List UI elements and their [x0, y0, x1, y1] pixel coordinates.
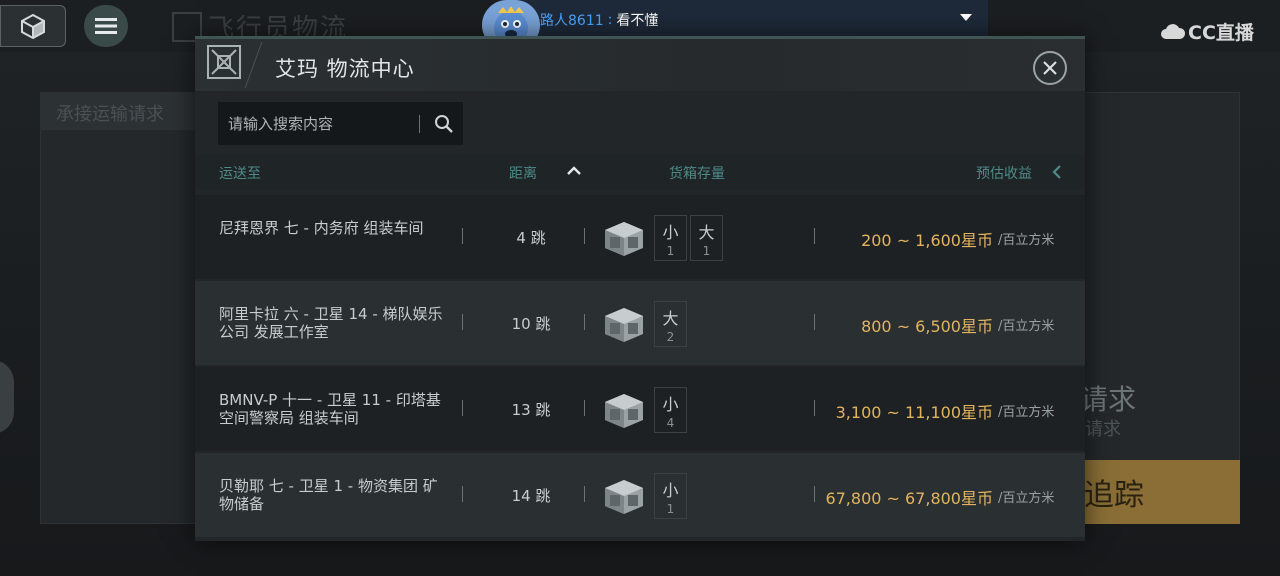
search-icon[interactable] [432, 112, 456, 136]
reward-unit: /百立方米 [998, 491, 1055, 506]
platform-logo: CC直播 [1160, 18, 1254, 45]
search-divider [419, 115, 420, 133]
crate-count: 1 [666, 502, 675, 516]
row-jumps: 13 跳 [511, 401, 551, 419]
crate-size-small: 小 1 [654, 473, 687, 519]
table-row[interactable]: 贝勒耶 七 - 卫星 1 - 物资集团 矿物储备 14 跳 小 1 67,800… [195, 453, 1085, 537]
background-request-subtitle: 请求 [1085, 419, 1121, 440]
table-row[interactable]: BMNV-P 十一 - 卫星 11 - 印塔基空间警察局 组装车间 13 跳 小… [195, 367, 1085, 451]
row-reward: 800 ~ 6,500星币 [861, 317, 993, 336]
crate-size-large: 大 2 [654, 301, 687, 347]
reward-unit: /百立方米 [998, 233, 1055, 248]
column-divider [462, 400, 463, 416]
background-request-title: 请求 [1080, 383, 1137, 416]
crate-icon [605, 222, 643, 256]
reward-unit: /百立方米 [998, 405, 1055, 420]
platform-logo-text: CC直播 [1188, 22, 1254, 44]
cloud-icon [1161, 23, 1186, 39]
column-divider [584, 314, 585, 330]
column-divider [462, 228, 463, 244]
column-divider [814, 400, 815, 416]
row-destination: 贝勒耶 七 - 卫星 1 - 物资集团 矿物储备 [219, 477, 438, 513]
chat-message: 看不懂 [616, 13, 659, 29]
column-reward[interactable]: 预估收益 [976, 163, 1032, 183]
column-divider [584, 228, 585, 244]
crate-count: 2 [666, 330, 675, 344]
crate-size-large: 大 1 [690, 215, 723, 261]
column-divider [584, 486, 585, 502]
chat-username: 路人8611 [540, 13, 604, 29]
row-jumps: 14 跳 [511, 487, 551, 505]
column-destination[interactable]: 运送至 [219, 163, 261, 183]
search-box [218, 102, 463, 145]
table-row[interactable]: 阿里卡拉 六 - 卫星 14 - 梯队娱乐公司 发展工作室 10 跳 大 2 8… [195, 281, 1085, 365]
row-destination: BMNV-P 十一 - 卫星 11 - 印塔基空间警察局 组装车间 [219, 391, 441, 427]
chat-bar[interactable]: 路人8611 : 看不懂 [500, 0, 988, 40]
column-divider [462, 314, 463, 330]
row-reward: 200 ~ 1,600星币 [861, 231, 993, 250]
background-panel-label: 承接运输请求 [56, 104, 164, 125]
crate-size-label: 大 [662, 309, 679, 328]
column-divider [462, 486, 463, 502]
table-header: 运送至 距离 货箱存量 预估收益 [195, 154, 1085, 190]
close-button[interactable] [1033, 51, 1067, 85]
track-button-label: 追踪 [1084, 478, 1144, 513]
menu-icon [95, 18, 117, 34]
chat-expand-icon[interactable] [960, 14, 972, 21]
column-divider [814, 228, 815, 244]
modal-header: 艾玛 物流中心 [195, 39, 1085, 91]
crate-size-label: 小 [662, 223, 679, 242]
row-reward: 67,800 ~ 67,800星币 [825, 489, 993, 508]
reward-unit: /百立方米 [998, 319, 1055, 334]
column-divider [814, 314, 815, 330]
crate-count: 1 [702, 244, 711, 258]
crate-size-label: 小 [662, 395, 679, 414]
column-divider [814, 486, 815, 502]
row-reward: 3,100 ~ 11,100星币 [835, 403, 993, 422]
header-divider [244, 42, 263, 88]
cube-button[interactable] [0, 5, 66, 47]
column-inventory[interactable]: 货箱存量 [669, 163, 725, 183]
chat-separator: : [607, 12, 613, 28]
modal-title: 艾玛 物流中心 [275, 57, 415, 81]
cube-icon [21, 13, 45, 40]
track-button[interactable]: 追踪 [1080, 460, 1240, 524]
column-divider [584, 400, 585, 416]
row-destination: 阿里卡拉 六 - 卫星 14 - 梯队娱乐公司 发展工作室 [219, 305, 443, 341]
crate-icon [605, 394, 643, 428]
row-jumps: 10 跳 [511, 315, 551, 333]
crate-size-label: 小 [662, 481, 679, 500]
table-row[interactable]: 尼拜恩界 七 - 内务府 组装车间 4 跳 小 1 大 1 200 ~ 1,60… [195, 195, 1085, 279]
crate-count: 1 [666, 244, 675, 258]
crate-icon [605, 480, 643, 514]
close-icon [1043, 61, 1057, 75]
search-input[interactable] [228, 102, 418, 145]
sort-ascending-icon[interactable] [565, 162, 583, 180]
crate-size-label: 大 [698, 223, 715, 242]
crate-size-small: 小 4 [654, 387, 687, 433]
crate-icon [605, 308, 643, 342]
chevron-left-icon[interactable] [1050, 163, 1064, 181]
row-destination: 尼拜恩界 七 - 内务府 组装车间 [219, 219, 424, 237]
logistics-icon [207, 45, 241, 79]
column-distance[interactable]: 距离 [509, 163, 537, 183]
menu-button[interactable] [84, 5, 128, 47]
logistics-center-modal: 艾玛 物流中心 运送至 距离 货箱存量 预估收益 尼拜恩界 七 - 内务府 [195, 36, 1085, 541]
row-jumps: 4 跳 [516, 229, 546, 247]
crate-size-small: 小 1 [654, 215, 687, 261]
crate-count: 4 [666, 416, 675, 430]
